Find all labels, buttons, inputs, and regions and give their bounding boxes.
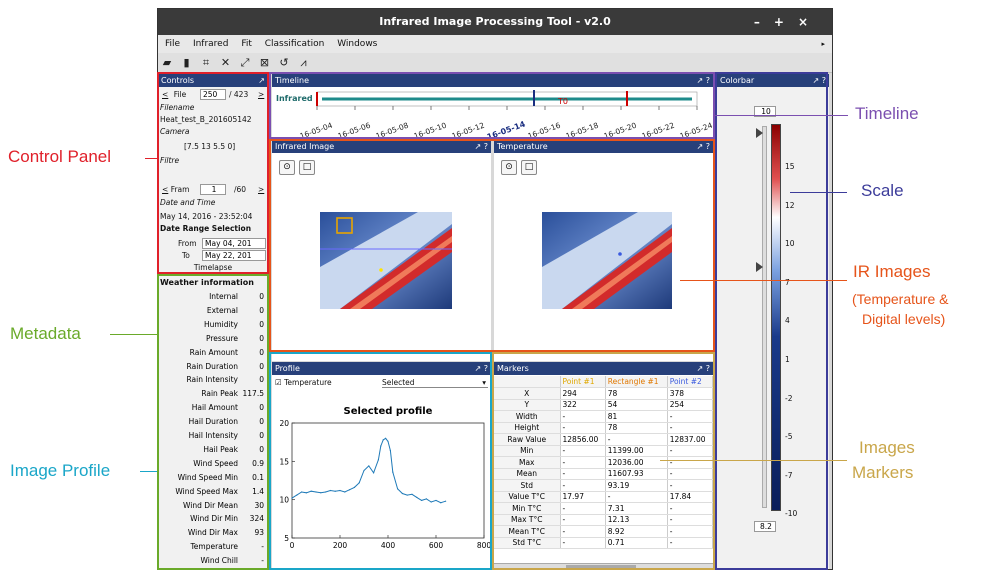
window-controls: –+× (754, 9, 822, 35)
ir-images-leader (680, 280, 847, 281)
ir-images-highlight (269, 139, 715, 352)
menu-bar: File Infrared Fit Classification Windows… (158, 35, 832, 53)
open-folder-icon[interactable]: ▰ (160, 53, 174, 73)
markers-leader (660, 460, 847, 461)
menu-classification[interactable]: Classification (265, 39, 325, 49)
timeline-highlight (269, 72, 715, 139)
timeline-leader (715, 115, 848, 116)
expand-icon[interactable]: ⤢ (238, 53, 252, 73)
ir-images-annotation: IR Images (853, 262, 931, 281)
chart-icon[interactable]: ⩘ (297, 53, 311, 73)
menu-windows[interactable]: Windows (337, 39, 377, 49)
control-panel-leader (145, 158, 157, 159)
figure-root: Infrared Image Processing Tool - v2.0 –+… (0, 0, 984, 570)
reset-icon[interactable]: ↺ (277, 53, 291, 73)
ir-images-annotation-sub1: (Temperature & (852, 291, 949, 307)
image-profile-highlight (269, 352, 492, 570)
scale-leader (790, 192, 847, 193)
menu-overflow-icon[interactable]: ▸ (821, 35, 825, 53)
folder-icon[interactable]: ▮ (180, 53, 194, 73)
image-profile-leader (140, 471, 157, 472)
fit-icon[interactable]: ⊠ (258, 53, 272, 73)
markers-highlight (492, 352, 715, 570)
timeline-annotation: Timeline (855, 104, 919, 123)
metadata-leader (110, 334, 157, 335)
markers-annotation: Markers (852, 463, 914, 482)
metadata-annotation: Metadata (10, 324, 81, 343)
scale-highlight (715, 72, 828, 570)
image-profile-annotation: Image Profile (10, 461, 111, 480)
control-panel-highlight (157, 72, 269, 274)
menu-file[interactable]: File (165, 39, 180, 49)
close-window-button[interactable]: × (798, 15, 822, 29)
toolbar: ▰ ▮ ⌗ ✕ ⤢ ⊠ ↺ ⩘ (158, 53, 832, 73)
metadata-highlight (157, 274, 269, 570)
control-panel-annotation: Control Panel (8, 147, 112, 166)
window-title: Infrared Image Processing Tool - v2.0 (379, 15, 611, 28)
title-bar: Infrared Image Processing Tool - v2.0 –+… (158, 9, 832, 35)
crosshair-icon[interactable]: ⌗ (199, 53, 213, 73)
menu-infrared[interactable]: Infrared (193, 39, 229, 49)
ir-images-annotation-sub2: Digital levels) (862, 311, 946, 327)
minimize-button[interactable]: – (754, 15, 774, 29)
close-icon[interactable]: ✕ (219, 53, 233, 73)
maximize-button[interactable]: + (774, 15, 798, 29)
images-annotation: Images (859, 438, 915, 457)
menu-fit[interactable]: Fit (241, 39, 252, 49)
scale-annotation: Scale (861, 181, 904, 200)
